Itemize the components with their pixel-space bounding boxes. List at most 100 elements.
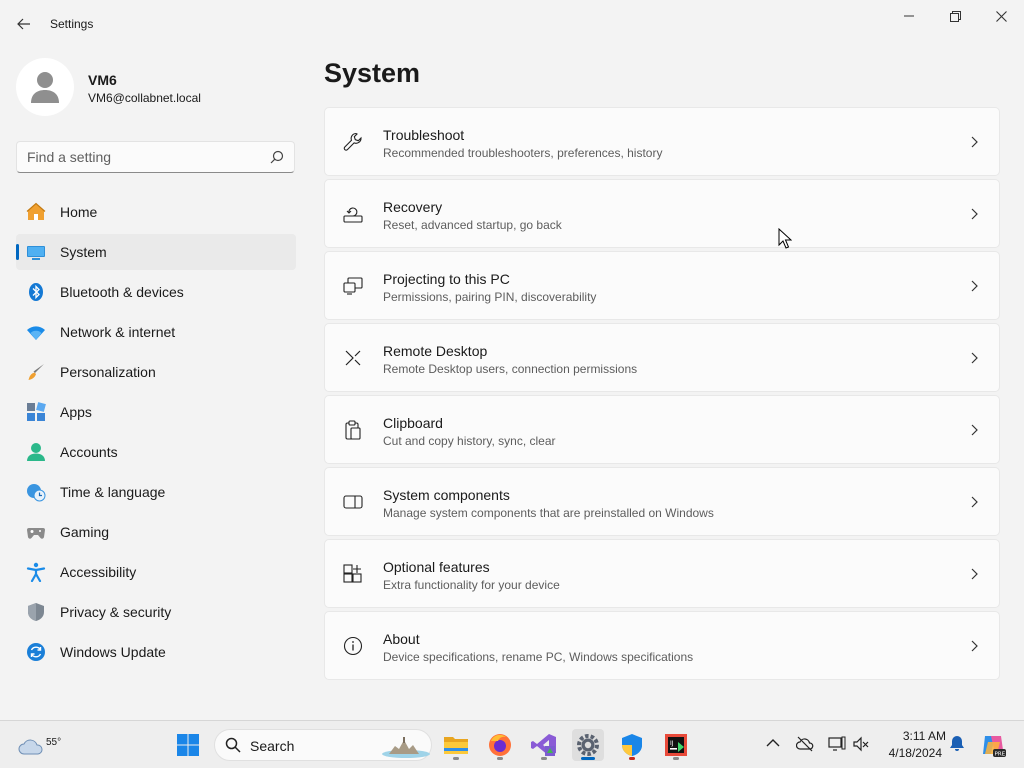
- card-remote-desktop[interactable]: Remote Desktop Remote Desktop users, con…: [324, 323, 1000, 392]
- maximize-button[interactable]: [932, 0, 978, 32]
- sidebar-item-label: Network & internet: [60, 324, 176, 340]
- running-indicator: [453, 757, 459, 760]
- sidebar-item-accounts[interactable]: Accounts: [16, 434, 296, 470]
- title-bar: Settings: [0, 0, 1024, 48]
- taskbar-firefox[interactable]: [484, 729, 516, 761]
- card-description: Extra functionality for your device: [383, 578, 560, 592]
- sidebar-item-label: Privacy & security: [60, 604, 172, 620]
- sidebar-nav: Home System Bluetooth & devices Network …: [16, 194, 296, 674]
- back-arrow-icon: [17, 18, 30, 30]
- running-indicator: [541, 757, 547, 760]
- clock-date[interactable]: 4/18/2024: [870, 746, 942, 760]
- bluetooth-icon: [29, 283, 43, 301]
- card-description: Permissions, pairing PIN, discoverabilit…: [383, 290, 597, 304]
- settings-card-list: Troubleshoot Recommended troubleshooters…: [324, 107, 1000, 683]
- sidebar-item-windows-update[interactable]: Windows Update: [16, 634, 296, 670]
- sidebar-item-network[interactable]: Network & internet: [16, 314, 296, 350]
- recovery-icon: [343, 207, 363, 223]
- svg-text:IJ: IJ: [670, 740, 674, 747]
- firefox-icon: [489, 734, 511, 756]
- chevron-right-icon: [971, 208, 978, 220]
- notification-bell-icon[interactable]: [948, 735, 966, 753]
- profile-email: VM6@collabnet.local: [88, 91, 201, 105]
- sidebar-item-label: Bluetooth & devices: [60, 284, 184, 300]
- shield-icon: [28, 603, 44, 621]
- search-highlight-image: [382, 737, 430, 758]
- sidebar-item-personalization[interactable]: Personalization: [16, 354, 296, 390]
- card-recovery[interactable]: Recovery Reset, advanced startup, go bac…: [324, 179, 1000, 248]
- gamepad-icon: [27, 528, 45, 539]
- file-explorer-icon: [444, 737, 468, 754]
- app-title: Settings: [50, 17, 94, 31]
- taskbar-file-explorer[interactable]: [440, 729, 472, 761]
- weather-temperature: 55°: [46, 737, 62, 748]
- clipboard-icon: [345, 420, 361, 440]
- card-about[interactable]: About Device specifications, rename PC, …: [324, 611, 1000, 680]
- sidebar-item-label: Accounts: [60, 444, 118, 460]
- sidebar-item-label: Windows Update: [60, 644, 166, 660]
- card-description: Device specifications, rename PC, Window…: [383, 650, 694, 664]
- chevron-right-icon: [971, 136, 978, 148]
- sidebar-item-label: Time & language: [60, 484, 166, 500]
- find-setting-search[interactable]: [16, 141, 295, 173]
- update-icon: [27, 643, 45, 661]
- sidebar-item-gaming[interactable]: Gaming: [16, 514, 296, 550]
- card-clipboard[interactable]: Clipboard Cut and copy history, sync, cl…: [324, 395, 1000, 464]
- restore-icon: [949, 10, 961, 22]
- taskbar-settings[interactable]: [572, 729, 604, 761]
- cloud-icon: [18, 739, 43, 755]
- card-optional-features[interactable]: Optional features Extra functionality fo…: [324, 539, 1000, 608]
- sidebar-item-time-language[interactable]: Time & language: [16, 474, 296, 510]
- card-projecting[interactable]: Projecting to this PC Permissions, pairi…: [324, 251, 1000, 320]
- card-troubleshoot[interactable]: Troubleshoot Recommended troubleshooters…: [324, 107, 1000, 176]
- search-input[interactable]: [27, 142, 267, 172]
- page-title: System: [324, 58, 421, 88]
- jetbrains-icon: IJ: [665, 734, 687, 756]
- back-button[interactable]: [10, 10, 38, 38]
- accessibility-icon: [26, 562, 46, 582]
- avatar: [16, 58, 74, 116]
- sidebar-item-label: Apps: [60, 404, 92, 420]
- start-button[interactable]: [172, 729, 204, 761]
- chevron-right-icon: [971, 352, 978, 364]
- sidebar-item-home[interactable]: Home: [16, 194, 296, 230]
- taskbar-search[interactable]: Search: [214, 729, 432, 761]
- chevron-right-icon: [971, 568, 978, 580]
- taskbar: 55° Search IJ 3:11 AM 4/18/2024 PRE: [0, 720, 1024, 768]
- start-icon: [177, 734, 199, 756]
- system-icon: [27, 246, 45, 260]
- sidebar-item-bluetooth[interactable]: Bluetooth & devices: [16, 274, 296, 310]
- chevron-up-icon[interactable]: [764, 735, 782, 753]
- sidebar-item-apps[interactable]: Apps: [16, 394, 296, 430]
- settings-icon: [577, 734, 599, 756]
- sidebar-item-privacy[interactable]: Privacy & security: [16, 594, 296, 630]
- wifi-icon: [27, 326, 45, 340]
- visual-studio-icon: [531, 734, 556, 756]
- card-description: Reset, advanced startup, go back: [383, 218, 562, 232]
- svg-text:PRE: PRE: [995, 752, 1006, 758]
- security-shield-icon: [622, 734, 642, 756]
- remote-desktop-icon: [345, 350, 361, 366]
- close-button[interactable]: [978, 0, 1024, 32]
- running-indicator: [673, 757, 679, 760]
- taskbar-visual-studio[interactable]: [528, 729, 560, 761]
- sidebar-item-system[interactable]: System: [16, 234, 296, 270]
- volume-muted-icon[interactable]: [852, 735, 870, 753]
- card-system-components[interactable]: System components Manage system componen…: [324, 467, 1000, 536]
- weather-widget[interactable]: 55°: [14, 729, 61, 761]
- network-monitor-icon[interactable]: [828, 735, 846, 753]
- card-description: Manage system components that are preins…: [383, 506, 714, 520]
- running-indicator: [581, 757, 595, 760]
- user-avatar-icon: [31, 72, 59, 103]
- taskbar-jetbrains[interactable]: IJ: [660, 729, 692, 761]
- cloud-offline-icon[interactable]: [796, 735, 814, 753]
- copilot-icon[interactable]: PRE: [980, 732, 1006, 758]
- taskbar-windows-security[interactable]: [616, 729, 648, 761]
- chevron-right-icon: [971, 424, 978, 436]
- user-profile[interactable]: VM6 VM6@collabnet.local: [16, 58, 296, 118]
- minimize-button[interactable]: [886, 0, 932, 32]
- sidebar-item-accessibility[interactable]: Accessibility: [16, 554, 296, 590]
- clock-time[interactable]: 3:11 AM: [880, 729, 946, 743]
- taskbar-search-label: Search: [250, 738, 295, 754]
- card-title: Recovery: [383, 199, 443, 215]
